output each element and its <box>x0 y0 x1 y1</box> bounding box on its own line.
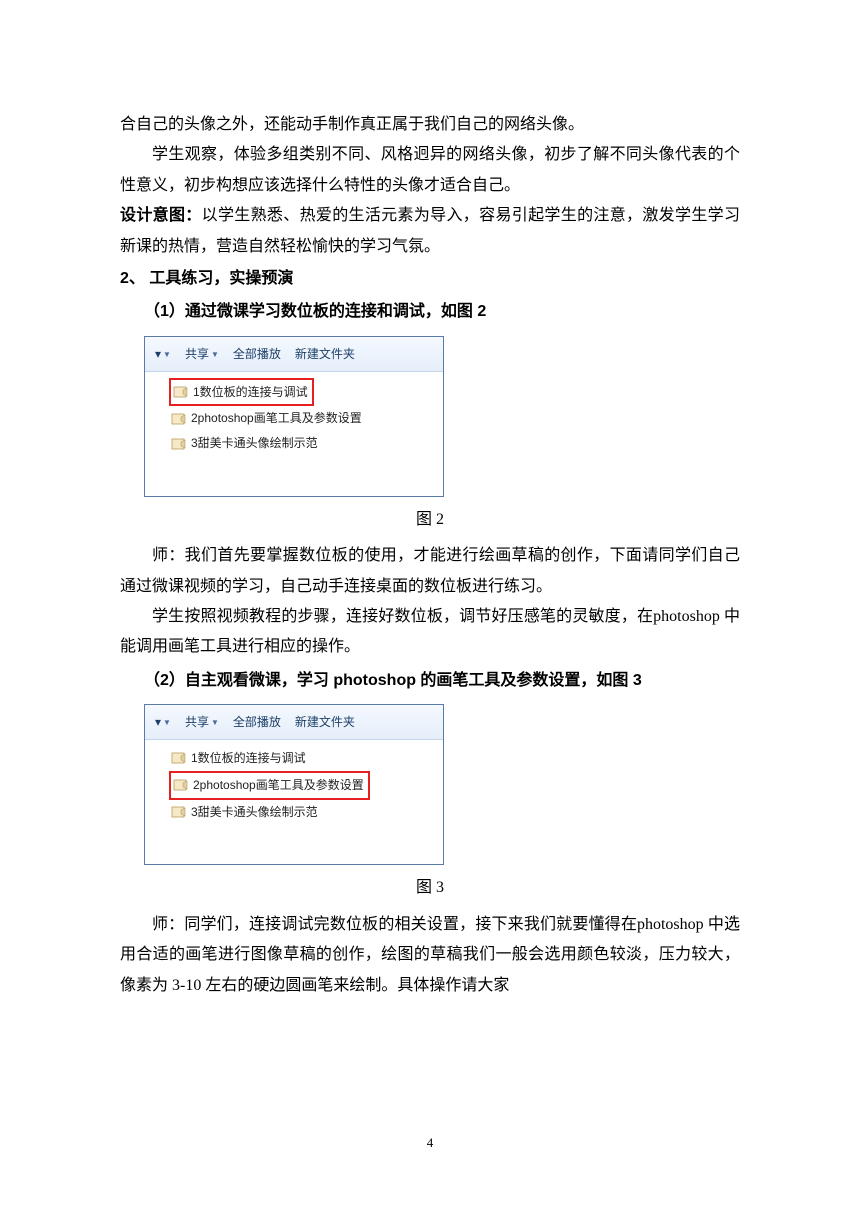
paragraph-teacher-1: 师：我们首先要掌握数位板的使用，才能进行绘画草稿的创作，下面请同学们自己通过微课… <box>120 541 740 602</box>
paragraph-design-intent: 设计意图：以学生熟悉、热爱的生活元素为导入，容易引起学生的注意，激发学生学习新课… <box>120 201 740 262</box>
video-file-icon <box>171 412 187 426</box>
video-file-icon <box>173 778 189 792</box>
file-item-2[interactable]: 2photoshop画笔工具及参数设置 <box>169 406 366 431</box>
file-item-1-highlighted[interactable]: 1数位板的连接与调试 <box>169 378 314 407</box>
paragraph-student-practice: 学生按照视频教程的步骤，连接好数位板，调节好压感笔的灵敏度，在photoshop… <box>120 602 740 663</box>
caption-figure-3: 图 3 <box>120 873 740 903</box>
video-file-icon <box>171 805 187 819</box>
explorer-toolbar: ▾ ▼ 共享 ▼ 全部播放 新建文件夹 <box>145 337 443 372</box>
toolbar-dropdown-icon[interactable]: ▾ ▼ <box>155 711 171 734</box>
file-list-area: 1数位板的连接与调试 2photoshop画笔工具及参数设置 3甜美卡通头像绘制… <box>145 740 443 864</box>
subheading-2: （2）自主观看微课，学习 photoshop 的画笔工具及参数设置，如图 3 <box>144 666 740 696</box>
toolbar-playall[interactable]: 全部播放 <box>233 343 281 366</box>
toolbar-newfolder[interactable]: 新建文件夹 <box>295 711 355 734</box>
video-file-icon <box>173 385 189 399</box>
file-label-2: 2photoshop画笔工具及参数设置 <box>191 407 362 430</box>
design-intent-label: 设计意图： <box>120 207 202 224</box>
video-file-icon <box>171 437 187 451</box>
toolbar-dropdown-icon[interactable]: ▾ ▼ <box>155 343 171 366</box>
file-label-2: 2photoshop画笔工具及参数设置 <box>193 774 364 797</box>
file-list-area: 1数位板的连接与调试 2photoshop画笔工具及参数设置 3甜美卡通头像绘制… <box>145 372 443 496</box>
design-intent-text: 以学生熟悉、热爱的生活元素为导入，容易引起学生的注意，激发学生学习新课的热情，营… <box>120 207 740 254</box>
screenshot-figure-3: ▾ ▼ 共享 ▼ 全部播放 新建文件夹 1数位板的连接与调试 2photosho… <box>144 704 444 865</box>
toolbar-newfolder[interactable]: 新建文件夹 <box>295 343 355 366</box>
heading-section-2: 2、 工具练习，实操预演 <box>120 264 740 294</box>
caption-figure-2: 图 2 <box>120 505 740 535</box>
toolbar-share[interactable]: 共享 ▼ <box>185 343 219 366</box>
file-item-2-highlighted[interactable]: 2photoshop画笔工具及参数设置 <box>169 771 370 800</box>
subheading-1: （1）通过微课学习数位板的连接和调试，如图 2 <box>144 297 740 327</box>
file-item-1[interactable]: 1数位板的连接与调试 <box>169 746 310 771</box>
screenshot-figure-2: ▾ ▼ 共享 ▼ 全部播放 新建文件夹 1数位板的连接与调试 2photosho… <box>144 336 444 497</box>
file-label-3: 3甜美卡通头像绘制示范 <box>191 801 318 824</box>
file-label-1: 1数位板的连接与调试 <box>193 381 308 404</box>
file-label-1: 1数位板的连接与调试 <box>191 747 306 770</box>
toolbar-share[interactable]: 共享 ▼ <box>185 711 219 734</box>
paragraph-teacher-2: 师：同学们，连接调试完数位板的相关设置，接下来我们就要懂得在photoshop … <box>120 910 740 1001</box>
file-item-3[interactable]: 3甜美卡通头像绘制示范 <box>169 800 322 825</box>
video-file-icon <box>171 751 187 765</box>
toolbar-playall[interactable]: 全部播放 <box>233 711 281 734</box>
explorer-toolbar: ▾ ▼ 共享 ▼ 全部播放 新建文件夹 <box>145 705 443 740</box>
file-item-3[interactable]: 3甜美卡通头像绘制示范 <box>169 431 322 456</box>
page-number: 4 <box>0 1131 860 1156</box>
file-label-3: 3甜美卡通头像绘制示范 <box>191 432 318 455</box>
paragraph-continuation: 合自己的头像之外，还能动手制作真正属于我们自己的网络头像。 <box>120 110 740 140</box>
paragraph-observation: 学生观察，体验多组类别不同、风格迥异的网络头像，初步了解不同头像代表的个性意义，… <box>120 140 740 201</box>
